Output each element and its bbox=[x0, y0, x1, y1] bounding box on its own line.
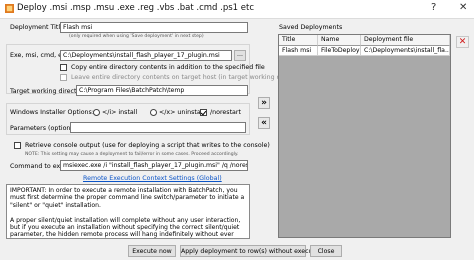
norestart-checkbox[interactable] bbox=[200, 109, 207, 116]
saved-deployments-grid[interactable] bbox=[278, 34, 451, 238]
target-dir-input[interactable]: C:\Program Files\BatchPatch\temp bbox=[76, 85, 248, 96]
deployment-title-input[interactable]: Flash msi bbox=[60, 22, 248, 33]
leave-directory-label: Leave entire directory contents on targe… bbox=[71, 74, 288, 81]
saved-row-title[interactable]: Flash msi bbox=[279, 46, 318, 56]
parameters-input[interactable] bbox=[70, 122, 246, 133]
copy-directory-label: Copy entire directory contents in additi… bbox=[71, 64, 265, 71]
install-radio[interactable] bbox=[93, 109, 100, 116]
saved-row-file[interactable]: C:\Deployments\install_fla... bbox=[361, 46, 450, 56]
norestart-label: /norestart bbox=[210, 109, 241, 116]
uninstall-label: </x> uninstall bbox=[159, 109, 205, 116]
installer-options-label: Windows Installer Options: bbox=[10, 109, 94, 116]
apply-deployment-button[interactable]: Apply deployment to row(s) without execu… bbox=[180, 245, 324, 257]
saved-row-name[interactable]: FileToDeploy bbox=[318, 46, 361, 56]
browse-button-label[interactable]: ... bbox=[234, 50, 246, 61]
deployment-title-hint: (only required when using 'Save deployme… bbox=[69, 34, 204, 39]
leave-directory-checkbox[interactable] bbox=[60, 74, 67, 81]
uninstall-radio[interactable] bbox=[150, 109, 157, 116]
column-header-name[interactable]: Name bbox=[318, 35, 361, 46]
close-window-icon[interactable]: ✕ bbox=[459, 2, 467, 14]
saved-deployments-title: Saved Deployments bbox=[279, 24, 343, 31]
close-button[interactable]: Close bbox=[310, 245, 342, 257]
column-header-file[interactable]: Deployment file bbox=[361, 35, 450, 46]
remote-execution-settings-link[interactable]: Remote Execution Context Settings (Globa… bbox=[83, 175, 222, 182]
column-header-title[interactable]: Title bbox=[279, 35, 318, 46]
retrieve-output-checkbox[interactable] bbox=[14, 142, 21, 149]
load-from-saved-button[interactable]: « bbox=[258, 117, 270, 129]
help-icon[interactable]: ? bbox=[431, 2, 436, 14]
app-icon bbox=[5, 4, 14, 13]
retrieve-output-note: NOTE: This setting may cause a deploymen… bbox=[25, 152, 239, 157]
exe-path-input[interactable]: C:\Deployments\install_flash_player_17_p… bbox=[60, 50, 232, 61]
install-label: </i> install bbox=[102, 109, 138, 116]
important-notes-text: IMPORTANT: In order to execute a remote … bbox=[6, 184, 250, 239]
execute-now-button[interactable]: Execute now bbox=[128, 245, 176, 257]
deployment-title-label: Deployment Title: bbox=[10, 24, 67, 31]
retrieve-output-label: Retrieve console output (use for deployi… bbox=[25, 142, 270, 149]
command-input[interactable]: msiexec.exe /i "install_flash_player_17_… bbox=[60, 160, 248, 171]
add-to-saved-button[interactable]: » bbox=[258, 97, 270, 109]
delete-saved-icon[interactable]: ✕ bbox=[456, 36, 469, 48]
copy-directory-checkbox[interactable] bbox=[60, 64, 67, 71]
window-title: Deploy .msi .msp .msu .exe .reg .vbs .ba… bbox=[17, 3, 254, 13]
